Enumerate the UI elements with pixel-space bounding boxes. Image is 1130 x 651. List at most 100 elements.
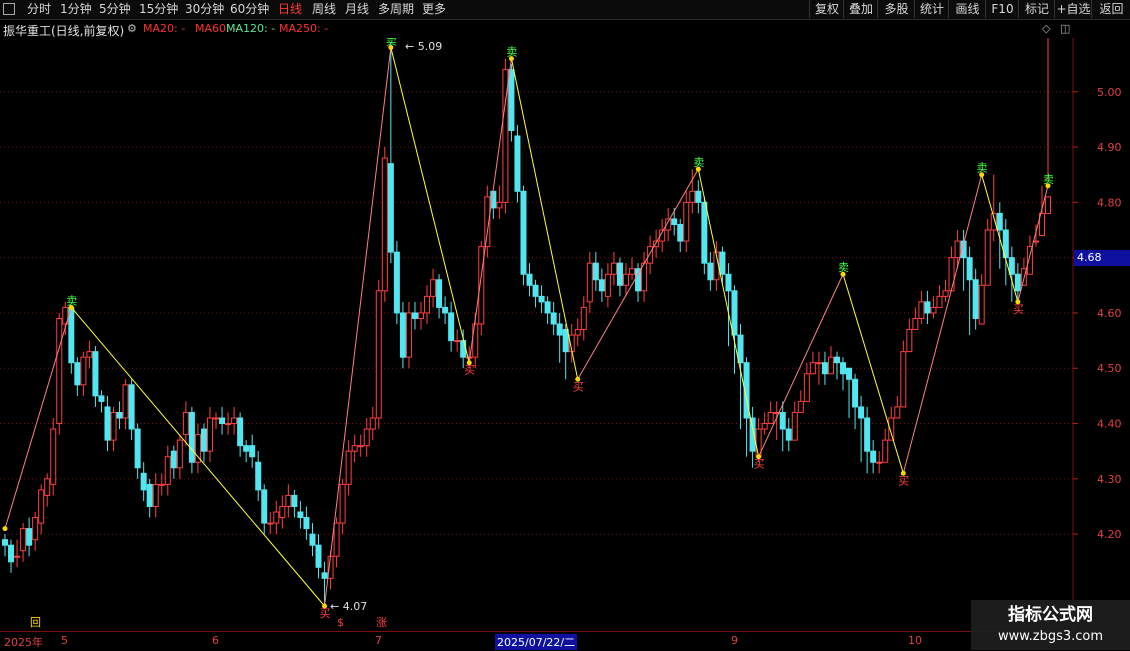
candle-body [496,201,503,209]
toolbar-button-2[interactable]: 多股 [877,0,915,18]
candle-body [454,340,461,343]
candle-body [206,417,213,452]
candle-body [291,494,298,507]
candle-body [996,212,1003,231]
candle-body [309,533,316,546]
candle-body [821,362,828,375]
candle-body [405,312,412,358]
candle-body [357,445,364,448]
x-axis: 2025年 5 6 7 2025/07/22/二 9 10 [0,631,1075,651]
candle-body [200,428,207,452]
period-tab-4[interactable]: 30分钟 [185,1,224,18]
sell-marker: 卖 [386,38,397,48]
zigzag-lines [4,47,1049,607]
toolbar-button-0[interactable]: 复权 [809,0,844,18]
sell-marker: 卖 [66,294,77,307]
candle-body [122,384,129,419]
y-tick-label: 4.80 [1097,196,1122,209]
candle-body [20,528,27,552]
buy-marker: 买 [573,380,584,393]
toolbar-button-1[interactable]: 叠加 [843,0,878,18]
candle-body [701,201,708,264]
candle-body [833,356,840,364]
toolbar-button-3[interactable]: 统计 [914,0,949,18]
candle-body [797,400,804,413]
candle-body [1045,196,1051,214]
candle-body [803,373,810,402]
period-tab-8[interactable]: 月线 [345,1,369,18]
candle-body [303,517,310,530]
period-tab-2[interactable]: 5分钟 [99,1,131,18]
candles [2,38,1051,606]
candle-body [809,362,816,375]
candle-body [604,273,611,297]
candle-body [140,472,147,491]
candle-body [255,461,262,491]
candle-body [942,290,949,297]
toolbar-button-5[interactable]: F10 [985,0,1019,18]
x-tick-label: 9 [731,634,738,647]
candle-body [134,428,141,469]
candle-body [846,367,853,380]
y-tick-label: 4.20 [1097,528,1122,541]
candle-body [345,450,352,485]
candle-body [56,317,63,425]
period-toolbar: 分时 1分钟 5分钟 15分钟 30分钟 60分钟 日线 周线 月线 多周期 更多 复权 叠加 多股 统计… [0,0,1130,20]
toolbar-button-4[interactable]: 画线 [948,0,986,18]
buy-marker: 买 [754,458,765,471]
candle-body [532,284,539,297]
period-tab-6[interactable]: 日线 [278,1,302,18]
candle-body [399,312,406,358]
candlestick-chart[interactable]: 卖买 卖买 卖买 卖买 卖买 卖买 卖 ← 5.09 ← 4.07 回 $ 涨 4.20 4.30 4.4… [0,38,1130,631]
candle-body [556,323,563,336]
buy-marker: 买 [464,364,475,377]
candle-body [586,262,593,303]
period-tab-9[interactable]: 多周期 [378,1,414,18]
candle-body [707,262,714,281]
candle-body [984,229,991,286]
diamond-icon[interactable]: ◇ [1042,22,1050,35]
candle-body [514,135,521,192]
candle-body [689,190,696,203]
candle-body [279,505,286,519]
candle-body [562,329,569,353]
toolbar-button-6[interactable]: 标记 [1018,0,1055,18]
candle-body [460,340,467,358]
zigzag-segment [697,169,760,457]
period-tab-5[interactable]: 60分钟 [230,1,269,18]
current-price-label: 4.68 [1074,250,1130,266]
watermark: 指标公式网 www.zbgs3.com [971,600,1130,650]
panel-toggle-icon[interactable]: ◫ [1060,22,1070,35]
menu-icon[interactable] [3,3,15,15]
candle-body [448,312,455,342]
candle-body [852,378,859,408]
x-tick-label: 7 [375,634,382,647]
candle-body [158,483,165,486]
candle-body [580,306,587,331]
watermark-url: www.zbgs3.com [997,629,1104,644]
buy-marker: 买 [320,607,331,620]
period-tab-3[interactable]: 15分钟 [139,1,178,18]
candle-body [333,522,340,557]
x-marker-icon: 回 [30,616,41,629]
candle-body [219,417,226,425]
period-tab-10[interactable]: 更多 [422,1,446,18]
period-tab-0[interactable]: 分时 [27,1,51,18]
candle-body [647,246,654,264]
candle-body [436,279,443,308]
settings-icon[interactable]: ⚙ [127,22,137,35]
candle-body [918,301,925,319]
candle-body [430,279,437,297]
candle-body [116,411,123,419]
x-tick-label: 5 [61,634,68,647]
x-tick-label: 2025/07/22/二 [495,634,578,650]
period-tab-1[interactable]: 1分钟 [60,1,92,18]
stock-title: 振华重工(日线,前复权) [3,24,125,38]
toolbar-button-7[interactable]: +自选 [1054,0,1092,18]
candle-body [339,483,346,524]
period-tab-7[interactable]: 周线 [312,1,336,18]
candle-body [261,489,268,524]
toolbar-button-8[interactable]: 返回 [1091,0,1130,18]
candle-body [32,517,39,541]
candle-body [840,362,847,375]
